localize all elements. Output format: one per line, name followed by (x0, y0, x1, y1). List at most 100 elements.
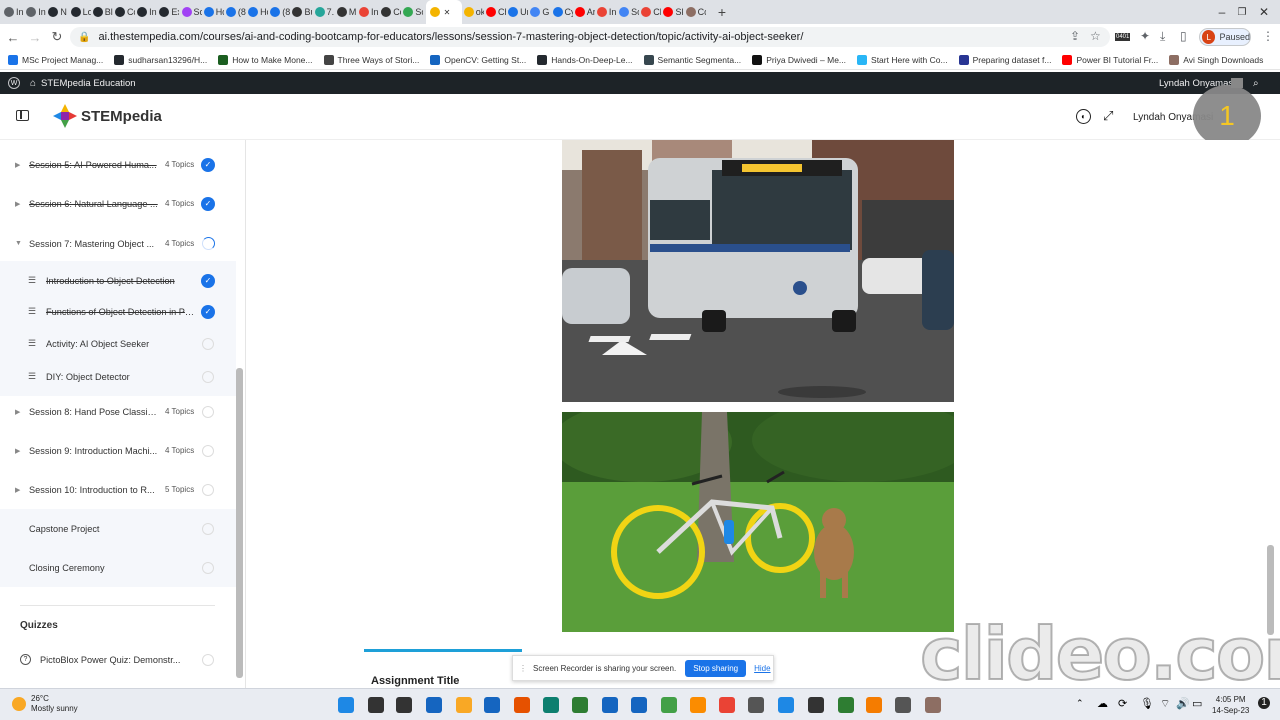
chevron-right-icon[interactable]: ▶ (15, 200, 20, 208)
store-icon[interactable] (426, 697, 442, 713)
dark-mode-icon[interactable]: ◐ (1076, 109, 1091, 124)
matlab-icon[interactable] (514, 697, 530, 713)
bookmark-item[interactable]: Hands-On-Deep-Le... (537, 54, 633, 65)
download-icon[interactable]: ⤓ (1160, 29, 1165, 44)
fullscreen-icon[interactable]: ⤢ (1103, 108, 1113, 124)
chrome-icon[interactable] (719, 697, 735, 713)
browser-tab[interactable]: In (4, 2, 24, 22)
sidebar-item[interactable]: ☰ DIY: Object Detector (0, 357, 236, 396)
profile-button[interactable]: L Paused (1199, 28, 1251, 46)
notification-icon[interactable]: 1 (1258, 697, 1270, 709)
browser-tab[interactable]: In (137, 2, 157, 22)
browser-tab[interactable]: Cc (381, 2, 401, 22)
bookmark-item[interactable]: Start Here with Co... (857, 54, 948, 65)
home-icon[interactable]: ⌂ (30, 78, 36, 89)
browser-tab[interactable]: ok (463, 2, 484, 22)
browser-tab[interactable]: N (48, 2, 68, 22)
browser-tab[interactable]: In (26, 2, 46, 22)
sidebar-item[interactable]: Closing Ceremony (0, 548, 236, 587)
browser-tab[interactable]: Sc (403, 2, 423, 22)
sidebar-item[interactable]: Capstone Project (0, 509, 236, 548)
sidebar-item[interactable]: ▶ Session 8: Hand Pose Classifi... 4 Topic… (0, 392, 236, 431)
search-icon[interactable] (368, 697, 384, 713)
back-button[interactable]: ← (2, 30, 24, 45)
terminal-icon[interactable] (808, 697, 824, 713)
browser-tab[interactable]: Ex (159, 2, 179, 22)
browser-tab[interactable]: Bl (92, 2, 113, 22)
quiz-item[interactable]: ? PictoBlox Power Quiz: Demonstr... (20, 653, 214, 666)
microphone-icon[interactable]: 🎙 (1140, 697, 1154, 710)
browser-tab[interactable]: Cc (685, 2, 706, 22)
hide-recorder-link[interactable]: Hide (754, 664, 770, 673)
stop-sharing-button[interactable]: Stop sharing (685, 659, 747, 677)
sublime-icon[interactable] (866, 697, 882, 713)
orange-app-icon[interactable] (690, 697, 706, 713)
drag-handle-icon[interactable]: ⋮ (519, 664, 527, 673)
browser-tab[interactable]: Gr (530, 2, 550, 22)
browser-tab[interactable]: Cc (114, 2, 135, 22)
chevron-down-icon[interactable]: ▼ (15, 240, 22, 247)
bookmark-item[interactable]: sudharsan13296/H... (114, 54, 207, 65)
admin-search-icon[interactable]: ⌕ (1253, 78, 1259, 89)
recorder-app-icon[interactable] (925, 697, 941, 713)
bookmark-item[interactable]: Avi Singh Downloads (1169, 54, 1263, 65)
sidebar-scrollbar[interactable] (236, 368, 243, 678)
edge-icon[interactable] (543, 697, 559, 713)
weather-widget[interactable]: 26°C Mostly sunny (12, 694, 78, 714)
bookmark-item[interactable]: How to Make Mone... (218, 54, 313, 65)
task-view-icon[interactable] (396, 697, 412, 713)
settings-icon[interactable] (895, 697, 911, 713)
wifi-icon[interactable]: ⌔ (1160, 697, 1170, 711)
browser-tab[interactable]: Hc (203, 2, 224, 22)
upwork-icon[interactable] (661, 697, 677, 713)
browser-tab[interactable]: 7. (314, 2, 335, 22)
browser-tab[interactable]: Ar (574, 2, 595, 22)
bookmark-item[interactable]: Three Ways of Stori... (323, 54, 419, 65)
browser-tab[interactable]: Lo (70, 2, 91, 22)
photo-app-icon[interactable] (838, 697, 854, 713)
chevron-right-icon[interactable]: ▶ (15, 408, 20, 416)
browser-tab[interactable]: Sc (181, 2, 202, 22)
forward-button[interactable]: → (24, 30, 46, 45)
browser-tab[interactable]: ✕ (425, 0, 462, 24)
share-icon[interactable]: ⇪ (1070, 29, 1080, 43)
url-input[interactable]: 🔒 ai.thestempedia.com/courses/ai-and-cod… (70, 27, 1110, 47)
volume-icon[interactable]: 🔊 (1176, 697, 1190, 710)
chevron-right-icon[interactable]: ▶ (15, 447, 20, 455)
browser-tab[interactable]: Cy (552, 2, 573, 22)
vscode-icon[interactable] (778, 697, 794, 713)
sidebar-item[interactable]: ▶ Session 5: AI-Powered Huma... 4 Topics ✓ (0, 145, 236, 184)
sidebar-item[interactable]: ▶ Session 9: Introduction Machi... 4 Topic… (0, 431, 236, 470)
close-tab-icon[interactable]: ✕ (444, 8, 451, 17)
browser-tab[interactable]: Ch (485, 2, 506, 22)
bookmark-item[interactable]: Power BI Tutorial Fr... (1062, 54, 1158, 65)
kebab-menu-icon[interactable]: ⋮ (1262, 29, 1274, 43)
bookmark-item[interactable]: Preparing dataset f... (958, 54, 1051, 65)
browser-tab[interactable]: Sc (619, 2, 639, 22)
spreadsheet-icon[interactable] (572, 697, 588, 713)
chevron-right-icon[interactable]: ▶ (15, 161, 20, 169)
bookmark-star-icon[interactable]: ☆ (1090, 29, 1101, 43)
chevron-right-icon[interactable]: ▶ (15, 486, 20, 494)
reload-button[interactable]: ↻ (46, 29, 68, 45)
browser-tab[interactable]: Hc (248, 2, 268, 22)
sync-icon[interactable]: ⟳ (1118, 697, 1127, 710)
browser-tab[interactable]: In (359, 2, 379, 22)
wordpress-icon[interactable]: W (8, 77, 20, 89)
site-logo-text[interactable]: STEMpedia (81, 108, 162, 125)
side-panel-icon[interactable]: ▯ (1180, 29, 1187, 43)
close-window-button[interactable]: ✕ (1244, 0, 1280, 24)
windows-start-icon[interactable] (338, 697, 354, 713)
browser-tab[interactable]: (8) (225, 2, 246, 22)
battery-icon[interactable]: ▭ (1192, 697, 1202, 710)
extensions-puzzle-icon[interactable]: ✦ (1140, 29, 1150, 43)
bookmark-item[interactable]: Semantic Segmenta... (643, 54, 741, 65)
bookmark-item[interactable]: OpenCV: Getting St... (430, 54, 526, 65)
mail-icon[interactable] (484, 697, 500, 713)
file-explorer-icon[interactable] (456, 697, 472, 713)
browser-tab[interactable]: Sk (663, 2, 683, 22)
admin-site-name[interactable]: STEMpedia Education (41, 78, 136, 89)
browser-tab[interactable]: Bu (292, 2, 312, 22)
browser-tab[interactable]: In (596, 2, 617, 22)
bookmark-item[interactable]: MSc Project Manag... (8, 54, 103, 65)
